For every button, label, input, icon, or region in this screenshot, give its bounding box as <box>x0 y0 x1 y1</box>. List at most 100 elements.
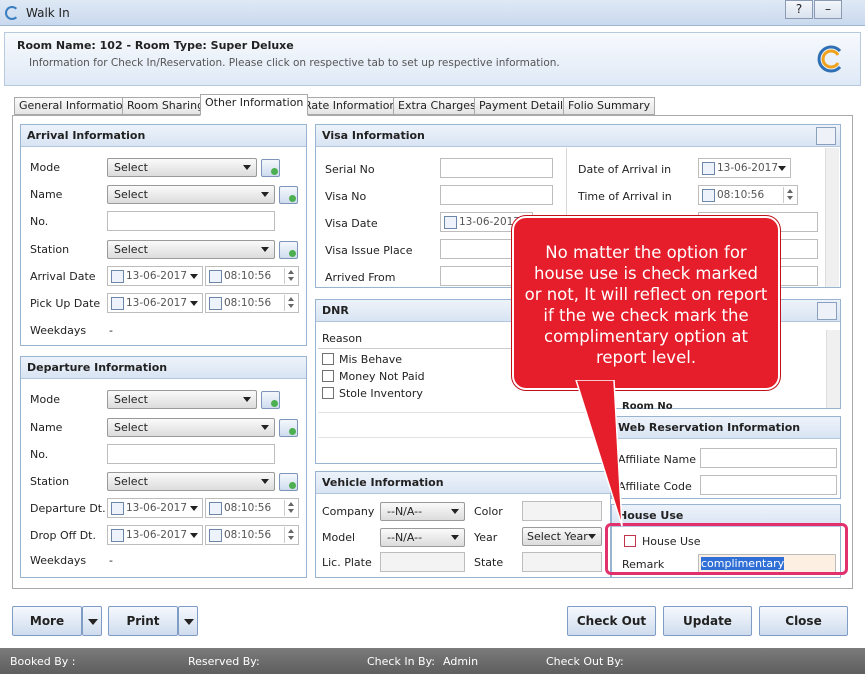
tab-extra-charges[interactable]: Extra Charges <box>393 97 481 115</box>
web-reservation-panel: Web Reservation Information Affiliate Na… <box>611 416 841 499</box>
tab-rate-information[interactable]: Rate Information <box>299 97 402 115</box>
arrival-name-select[interactable]: Select <box>107 185 275 204</box>
departure-name-select[interactable]: Select <box>107 418 275 437</box>
departure-station-select[interactable]: Select <box>107 472 275 491</box>
serial-label: Serial No <box>325 163 375 176</box>
dropoff-date-picker[interactable]: 13-06-2017 <box>107 525 203 545</box>
year-label: Year <box>474 531 498 544</box>
callout-pointer <box>575 380 623 527</box>
tab-general-information[interactable]: General Information <box>14 97 135 115</box>
plate-label: Lic. Plate <box>322 556 372 569</box>
web-title: Web Reservation Information <box>612 417 840 439</box>
arrival-time-picker[interactable]: 08:10:56 <box>205 266 299 286</box>
pickup-date-label: Pick Up Date <box>30 297 101 310</box>
brand-logo-icon <box>817 45 842 73</box>
departure-panel: Departure Information Mode Select Name S… <box>20 356 307 578</box>
no-label: No. <box>30 215 49 228</box>
callout-note: No matter the option for house use is ch… <box>512 216 780 390</box>
toa-picker[interactable]: 08:10:56 <box>698 185 798 205</box>
reason-checkbox[interactable] <box>322 353 334 365</box>
visa-scrollbar[interactable] <box>825 148 839 287</box>
pickup-date-picker[interactable]: 13-06-2017 <box>107 293 203 313</box>
affiliate-name-input[interactable] <box>700 448 837 468</box>
reason-checkbox[interactable] <box>322 387 334 399</box>
arrival-mode-select[interactable]: Select <box>107 158 257 177</box>
company-select[interactable]: --N/A-- <box>380 502 465 521</box>
weekdays-value: - <box>109 324 113 337</box>
print-visa-icon[interactable] <box>816 127 836 145</box>
departure-time-picker[interactable]: 08:10:56 <box>205 498 299 518</box>
add-dep-station-icon[interactable] <box>279 473 298 491</box>
reason-checkbox[interactable] <box>322 370 334 382</box>
check-out-by-label: Check Out By: <box>546 655 624 668</box>
header-subtitle: Information for Check In/Reservation. Pl… <box>29 57 560 69</box>
dropoff-date-label: Drop Off Dt. <box>30 529 96 542</box>
add-station-icon[interactable] <box>279 241 298 259</box>
weekdays-label: Weekdays <box>30 324 87 337</box>
print-button[interactable]: Print <box>108 606 178 636</box>
tab-other-information[interactable]: Other Information <box>200 94 309 116</box>
highlight-box <box>605 523 848 575</box>
affiliate-code-input[interactable] <box>700 475 837 495</box>
more-button[interactable]: More <box>12 606 82 636</box>
add-dep-mode-icon[interactable] <box>261 391 280 409</box>
visa-no-input[interactable] <box>440 185 553 205</box>
close-button[interactable]: Close <box>759 606 848 636</box>
reason-label: Stole Inventory <box>339 387 423 400</box>
arrival-title: Arrival Information <box>21 125 306 147</box>
minimize-button[interactable]: – <box>814 0 842 19</box>
state-label: State <box>474 556 504 569</box>
print-dropdown-button[interactable] <box>178 606 198 636</box>
doa-picker[interactable]: 13-06-2017 <box>698 158 791 178</box>
update-button[interactable]: Update <box>663 606 752 636</box>
add-name-icon[interactable] <box>279 186 298 204</box>
arrival-no-input[interactable] <box>107 211 275 231</box>
departure-mode-select[interactable]: Select <box>107 390 257 409</box>
color-label: Color <box>474 505 503 518</box>
add-dep-name-icon[interactable] <box>279 419 298 437</box>
state-input[interactable] <box>522 552 602 572</box>
vehicle-title: Vehicle Information <box>316 472 610 494</box>
visa-title: Visa Information <box>316 125 840 147</box>
departure-no-input[interactable] <box>107 444 275 464</box>
room-title: Room Name: 102 - Room Type: Super Deluxe <box>17 39 294 52</box>
visa-date-label: Visa Date <box>325 217 378 230</box>
title-bar: Walk In ? – <box>0 0 865 26</box>
help-button[interactable]: ? <box>785 0 813 19</box>
dropoff-time-picker[interactable]: 08:10:56 <box>205 525 299 545</box>
visa-no-label: Visa No <box>325 190 367 203</box>
dep-weekdays-value: - <box>109 554 113 567</box>
pickup-time-picker[interactable]: 08:10:56 <box>205 293 299 313</box>
tab-folio-summary[interactable]: Folio Summary <box>563 97 656 115</box>
tab-room-sharing[interactable]: Room Sharing <box>122 97 210 115</box>
room-scrollbar[interactable] <box>826 330 840 408</box>
reason-grid-line <box>318 412 608 413</box>
arrival-date-picker[interactable]: 13-06-2017 <box>107 266 203 286</box>
add-mode-icon[interactable] <box>261 159 280 177</box>
add-guest-icon[interactable] <box>817 302 837 320</box>
departure-date-picker[interactable]: 13-06-2017 <box>107 498 203 518</box>
arrival-date-label: Arrival Date <box>30 270 96 283</box>
serial-input[interactable] <box>440 158 553 178</box>
model-label: Model <box>322 531 356 544</box>
booked-by-label: Booked By : <box>10 655 76 668</box>
dep-mode-label: Mode <box>30 393 60 406</box>
tab-payment-details[interactable]: Payment Details <box>474 97 574 115</box>
arrival-station-select[interactable]: Select <box>107 240 275 259</box>
name-label: Name <box>30 188 63 201</box>
departure-title: Departure Information <box>21 357 306 379</box>
dep-weekdays-label: Weekdays <box>30 554 87 567</box>
plate-input[interactable] <box>380 552 465 572</box>
check-out-button[interactable]: Check Out <box>567 606 656 636</box>
model-select[interactable]: --N/A-- <box>380 528 465 547</box>
check-in-by-label: Check In By: <box>367 655 436 668</box>
status-bar: Booked By : Reserved By: Check In By: Ad… <box>0 648 865 674</box>
window-title: Walk In <box>26 6 70 20</box>
app-logo-icon <box>5 6 19 20</box>
dep-name-label: Name <box>30 421 63 434</box>
company-label: Company <box>322 505 375 518</box>
doa-label: Date of Arrival in <box>578 163 672 176</box>
mode-label: Mode <box>30 161 60 174</box>
more-dropdown-button[interactable] <box>82 606 102 636</box>
toa-label: Time of Arrival in <box>578 190 672 203</box>
